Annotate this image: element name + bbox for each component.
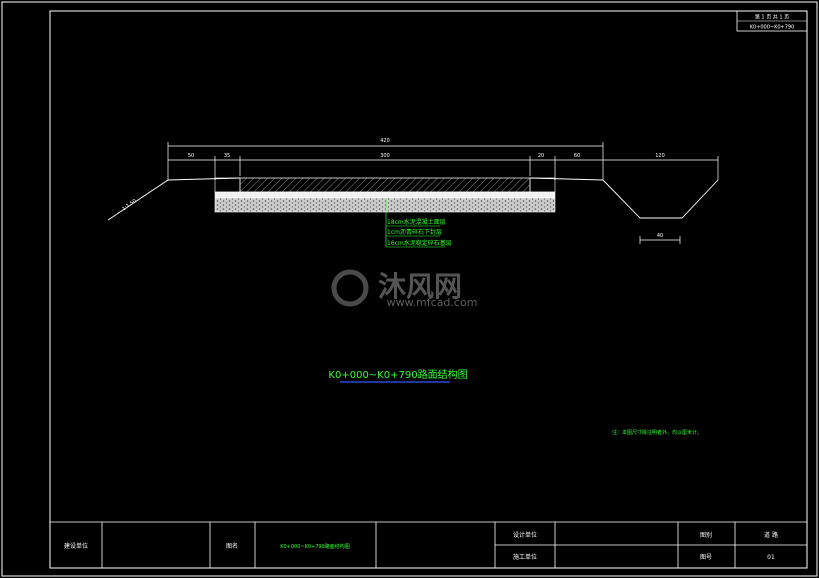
dim-total: 420 xyxy=(380,138,390,144)
watermark-logo-icon xyxy=(331,269,369,307)
watermark-url: www.mfcad.com xyxy=(387,296,478,309)
drawing-note: 注：本图尺寸除注明者外，均以厘米计。 xyxy=(612,429,702,436)
road-cross-section xyxy=(107,177,719,247)
category-label: 图别 xyxy=(700,531,712,539)
section-title: K0+000~K0+790路面结构图 xyxy=(328,368,467,381)
drawing-title-block: K0+000~K0+790路面结构图 xyxy=(328,368,468,383)
layer-3-label: 16cm水泥稳定碎石基层 xyxy=(387,239,452,247)
dim-center: 300 xyxy=(380,153,390,159)
number-label: 图号 xyxy=(700,554,712,561)
layer-callouts: 18cm水泥混凝土面层 1cm沥青碎石下封层 16cm水泥稳定碎石基层 xyxy=(386,218,452,248)
base-layer xyxy=(214,197,556,213)
title-block xyxy=(50,521,807,568)
dim-right-3: 120 xyxy=(655,153,665,159)
category-value: 道 路 xyxy=(764,531,778,539)
watermark: 沐风网 www.mfcad.com xyxy=(331,269,478,309)
design-unit-label: 设计单位 xyxy=(513,531,537,539)
build-unit-label: 施工单位 xyxy=(513,553,537,561)
drawing-name: K0+000~K0+790路面结构图 xyxy=(280,543,350,550)
dim-left-1: 50 xyxy=(188,153,194,159)
drawing-name-label: 图名 xyxy=(226,542,238,550)
cad-drawing: 第 1 页 共 1 页 K0+000~K0+790 420 50 35 300 … xyxy=(1,1,818,577)
dim-ditch: 40 xyxy=(657,233,663,239)
right-shoulder xyxy=(529,177,556,193)
dim-left-2: 35 xyxy=(224,153,230,159)
page-code: K0+000~K0+790 xyxy=(750,25,795,31)
right-side-ditch xyxy=(529,177,719,219)
number-value: 01 xyxy=(767,554,775,561)
title-block-text: 建设单位 图名 K0+000~K0+790路面结构图 设计单位 施工单位 图别 … xyxy=(64,531,778,561)
dim-right-1: 20 xyxy=(538,153,544,159)
binder-layer xyxy=(214,191,556,199)
page-label: 第 1 页 共 1 页 xyxy=(755,14,789,21)
construction-unit-label: 建设单位 xyxy=(64,542,88,550)
dim-right-2: 60 xyxy=(574,153,580,159)
left-shoulder xyxy=(214,177,241,193)
sheet-label-box: 第 1 页 共 1 页 K0+000~K0+790 xyxy=(736,10,808,32)
surface-layer xyxy=(239,177,531,193)
layer-2-label: 1cm沥青碎石下封层 xyxy=(387,228,442,236)
layer-1-label: 18cm水泥混凝土面层 xyxy=(387,218,446,226)
